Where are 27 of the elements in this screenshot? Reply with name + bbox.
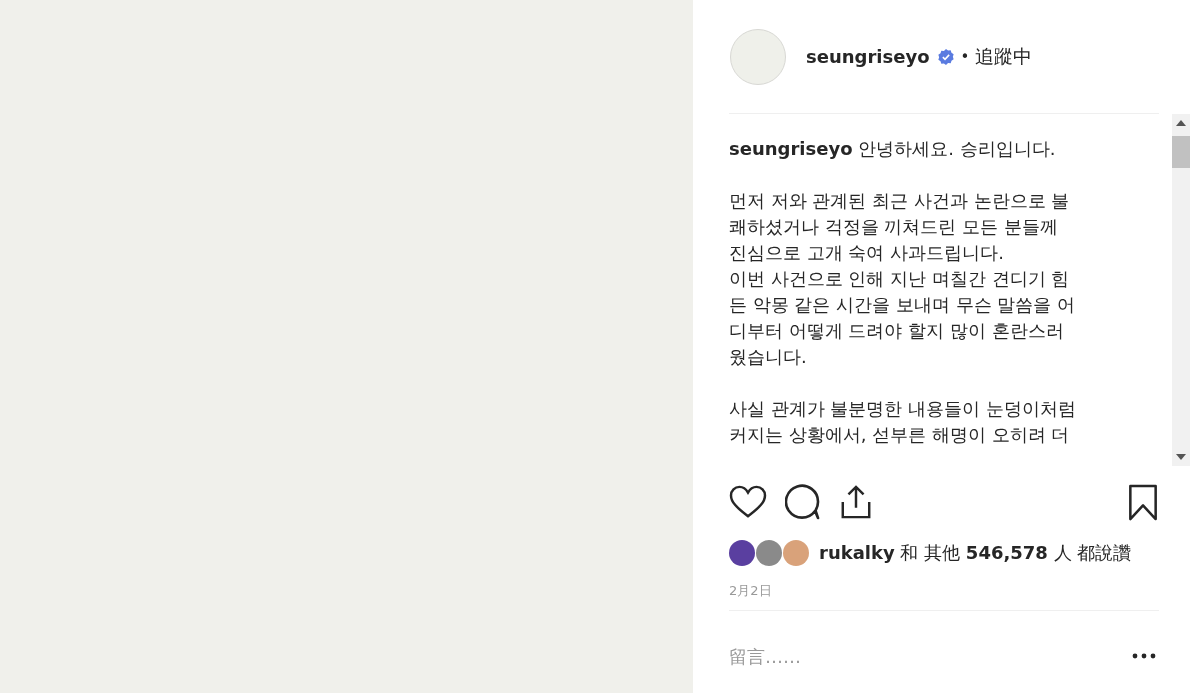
caption-text: 쾌하셨거나 걱정을 끼쳐드린 모든 분들께 [729,215,1059,239]
scroll-down-icon[interactable] [1176,454,1186,460]
comment-input[interactable]: 留言…… [729,645,1132,667]
more-options-icon[interactable] [1132,653,1156,659]
heart-icon[interactable] [729,485,767,519]
share-icon[interactable] [839,484,873,520]
caption-text: 이번 사건으로 인해 지난 며칠간 견디기 힘 [729,267,1071,291]
caption-username-link[interactable]: seungriseyo [729,138,853,159]
scroll-up-icon[interactable] [1176,120,1186,126]
following-button[interactable]: 追蹤中 [975,43,1033,70]
avatar-icon[interactable] [756,540,782,566]
caption-text: 진심으로 고개 숙여 사과드립니다. [729,241,1005,265]
scrollbar-thumb[interactable] [1172,136,1190,168]
caption-text: 웠습니다. [729,345,808,369]
caption-text: 든 악몽 같은 시간을 보내며 무슨 말씀을 어 [729,293,1077,317]
scrollbar[interactable] [1172,114,1190,466]
caption-text: 사실 관계가 불분명한 내용들이 눈덩이처럼 [729,397,1077,421]
username-link[interactable]: seungriseyo [806,46,930,67]
caption-text: 안녕하세요. 승리입니다. [858,138,1056,159]
likes-text[interactable]: rukalky 和 其他 546,578 人 都說讚 [819,541,1132,565]
avatar-icon[interactable] [729,540,755,566]
caption-text: 커지는 상황에서, 섣부른 해명이 오히려 더 [729,423,1071,447]
comment-icon[interactable] [785,484,821,520]
caption-text: 디부터 어떻게 드려야 할지 많이 혼란스러 [729,319,1065,343]
bookmark-icon[interactable] [1128,483,1158,521]
caption-text: 먼저 저와 관계된 최근 사건과 논란으로 불 [729,189,1071,213]
separator-dot: • [960,47,970,66]
